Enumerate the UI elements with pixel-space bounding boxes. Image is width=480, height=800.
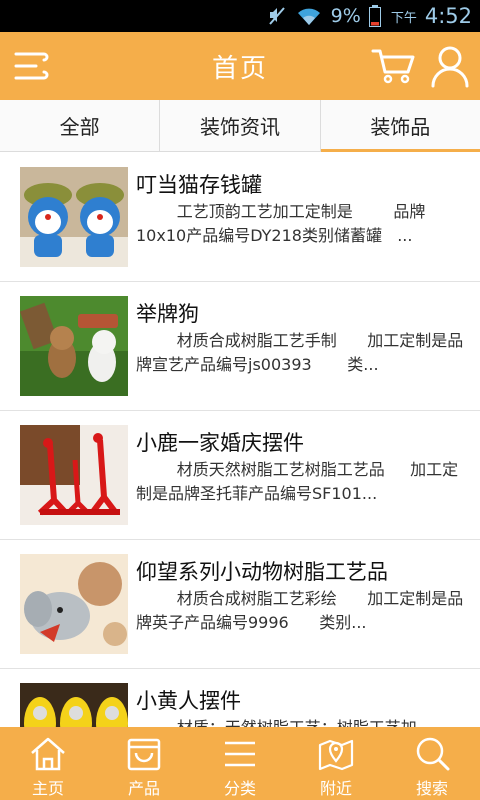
cart-icon [371,49,415,84]
clock: 4:52 [424,4,472,28]
bottom-nav: 主页 产品 分类 附近 搜索 [0,727,480,800]
user-icon [431,46,469,88]
tab-all[interactable]: 全部 [0,100,161,151]
nav-label: 产品 [127,779,160,798]
menu-lines-icon [225,741,255,767]
nav-categories[interactable]: 分类 [192,727,288,800]
nav-nearby[interactable]: 附近 [288,727,384,800]
product-list: 叮当猫存钱罐 工艺顶韵工艺加工定制是 品牌10x10产品编号DY218类别储蓄罐… [0,153,480,727]
list-item[interactable]: 叮当猫存钱罐 工艺顶韵工艺加工定制是 品牌10x10产品编号DY218类别储蓄罐… [0,153,480,282]
battery-icon [368,5,381,27]
cart-button[interactable] [370,46,418,86]
map-icon [318,739,354,771]
list-item[interactable]: 举牌狗 材质合成树脂工艺手制 加工定制是品牌宣艺产品编号js00393 类... [0,282,480,411]
product-desc: 材质天然树脂工艺树脂工艺品 加工定制是品牌圣托菲产品编号SF101... [136,460,459,503]
tab-decoration-news[interactable]: 装饰资讯 [160,100,321,151]
product-name: 小鹿一家婚庆摆件 [136,431,304,455]
nav-products[interactable]: 产品 [96,727,192,800]
hamburger-icon [14,52,49,80]
list-item[interactable]: 仰望系列小动物树脂工艺品 材质合成树脂工艺彩绘 加工定制是品牌英子产品编号999… [0,540,480,669]
list-item[interactable]: 小黄人摆件 材质：天然树脂工艺：树脂工艺加 [0,669,480,727]
app-header: 首页 [0,32,480,100]
user-button[interactable] [430,44,470,88]
product-thumbnail [20,683,128,727]
product-thumbnail [20,425,128,525]
product-thumbnail [20,296,128,396]
tab-decorations[interactable]: 装饰品 [320,100,480,152]
tab-bar: 全部 装饰资讯 装饰品 [0,100,480,152]
product-name: 叮当猫存钱罐 [136,173,262,197]
page-title: 首页 [211,53,268,84]
product-desc: 材质合成树脂工艺彩绘 加工定制是品牌英子产品编号9996 类别... [136,589,464,632]
menu-button[interactable] [10,48,50,84]
product-name: 举牌狗 [136,302,199,326]
nav-label: 分类 [223,779,256,798]
product-thumbnail [20,167,128,267]
product-desc: 工艺顶韵工艺加工定制是 品牌10x10产品编号DY218类别储蓄罐 ... [136,202,426,245]
status-bar: 9% 下午 4:52 [0,0,480,32]
nav-search[interactable]: 搜索 [384,727,480,800]
search-icon [416,737,450,771]
bag-icon [127,738,161,771]
nav-label: 搜索 [415,779,448,798]
nav-label: 主页 [31,779,64,798]
product-name: 仰望系列小动物树脂工艺品 [136,560,388,584]
product-desc: 材质合成树脂工艺手制 加工定制是品牌宣艺产品编号js00393 类... [136,331,464,374]
product-thumbnail [20,554,128,654]
time-ampm: 下午 [390,10,417,26]
nav-home[interactable]: 主页 [0,727,96,800]
battery-percent: 9% [330,5,361,27]
product-desc: 材质：天然树脂工艺：树脂工艺加 [136,716,466,727]
mute-icon [267,5,287,27]
nav-label: 附近 [319,779,352,798]
list-item[interactable]: 小鹿一家婚庆摆件 材质天然树脂工艺树脂工艺品 加工定制是品牌圣托菲产品编号SF1… [0,411,480,540]
wifi-icon [295,5,323,27]
product-name: 小黄人摆件 [136,689,241,713]
home-icon [31,737,65,771]
